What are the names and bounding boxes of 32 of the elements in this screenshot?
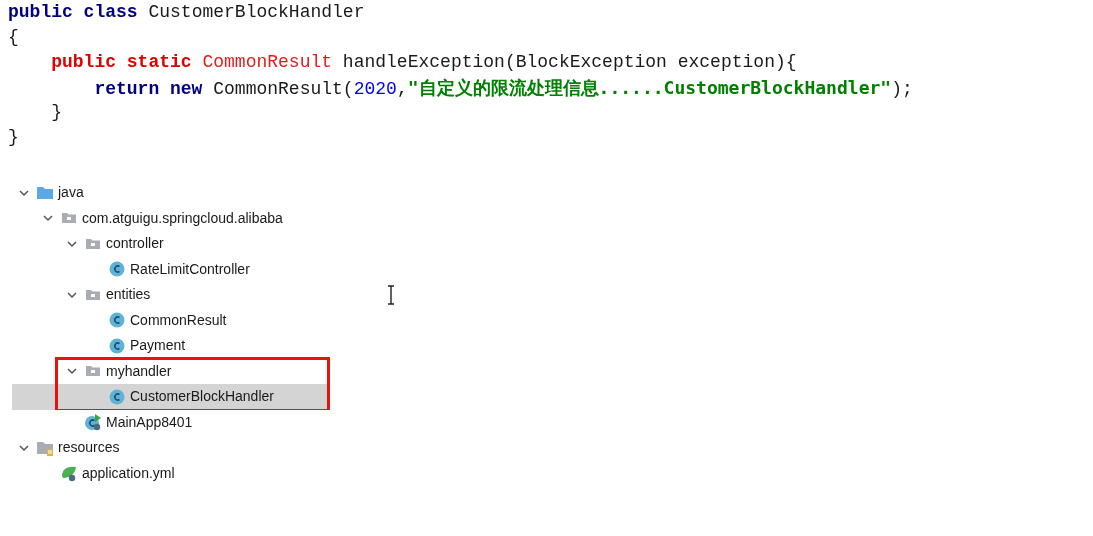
class-icon	[108, 311, 126, 330]
code-line: public static CommonResult handleException(BlockException exception){	[51, 51, 797, 74]
class-icon	[108, 260, 126, 279]
class-icon	[108, 387, 126, 406]
chevron-icon[interactable]	[67, 238, 77, 249]
class-icon	[108, 336, 126, 355]
app-class-icon	[84, 413, 102, 432]
tree-item-label: MainApp8401	[106, 412, 193, 432]
chevron-icon[interactable]	[67, 289, 77, 300]
tree-item-label: resources	[58, 438, 120, 458]
code-line: }	[51, 101, 62, 124]
text-cursor-icon	[386, 285, 396, 305]
tree-item-label: application.yml	[82, 463, 175, 483]
tree-item-label: controller	[106, 234, 164, 254]
code-line: return new CommonResult(2020,"自定义的限流处理信息......CustomerBlockHandler");	[94, 76, 913, 100]
leaf-file-icon	[60, 464, 78, 483]
chevron-icon[interactable]	[43, 213, 53, 224]
code-line: public class CustomerBlockHandler	[8, 1, 365, 24]
code-line: {	[8, 26, 19, 49]
chevron-icon[interactable]	[67, 366, 77, 377]
tree-item-label: Payment	[130, 336, 186, 356]
chevron-icon[interactable]	[19, 187, 29, 198]
tree-item-label: entities	[106, 285, 151, 305]
tree-item-label: RateLimitController	[130, 259, 250, 279]
chevron-icon[interactable]	[19, 442, 29, 453]
tree-item-label: com.atguigu.springcloud.alibaba	[82, 208, 283, 228]
tree-item-label: java	[58, 183, 84, 203]
tree-item-label: CustomerBlockHandler	[130, 387, 274, 407]
tree-item-label: CommonResult	[130, 310, 227, 330]
tree-row[interactable]: CustomerBlockHandler	[12, 384, 330, 410]
tree-item-label: myhandler	[106, 361, 172, 381]
code-line: }	[8, 126, 19, 149]
